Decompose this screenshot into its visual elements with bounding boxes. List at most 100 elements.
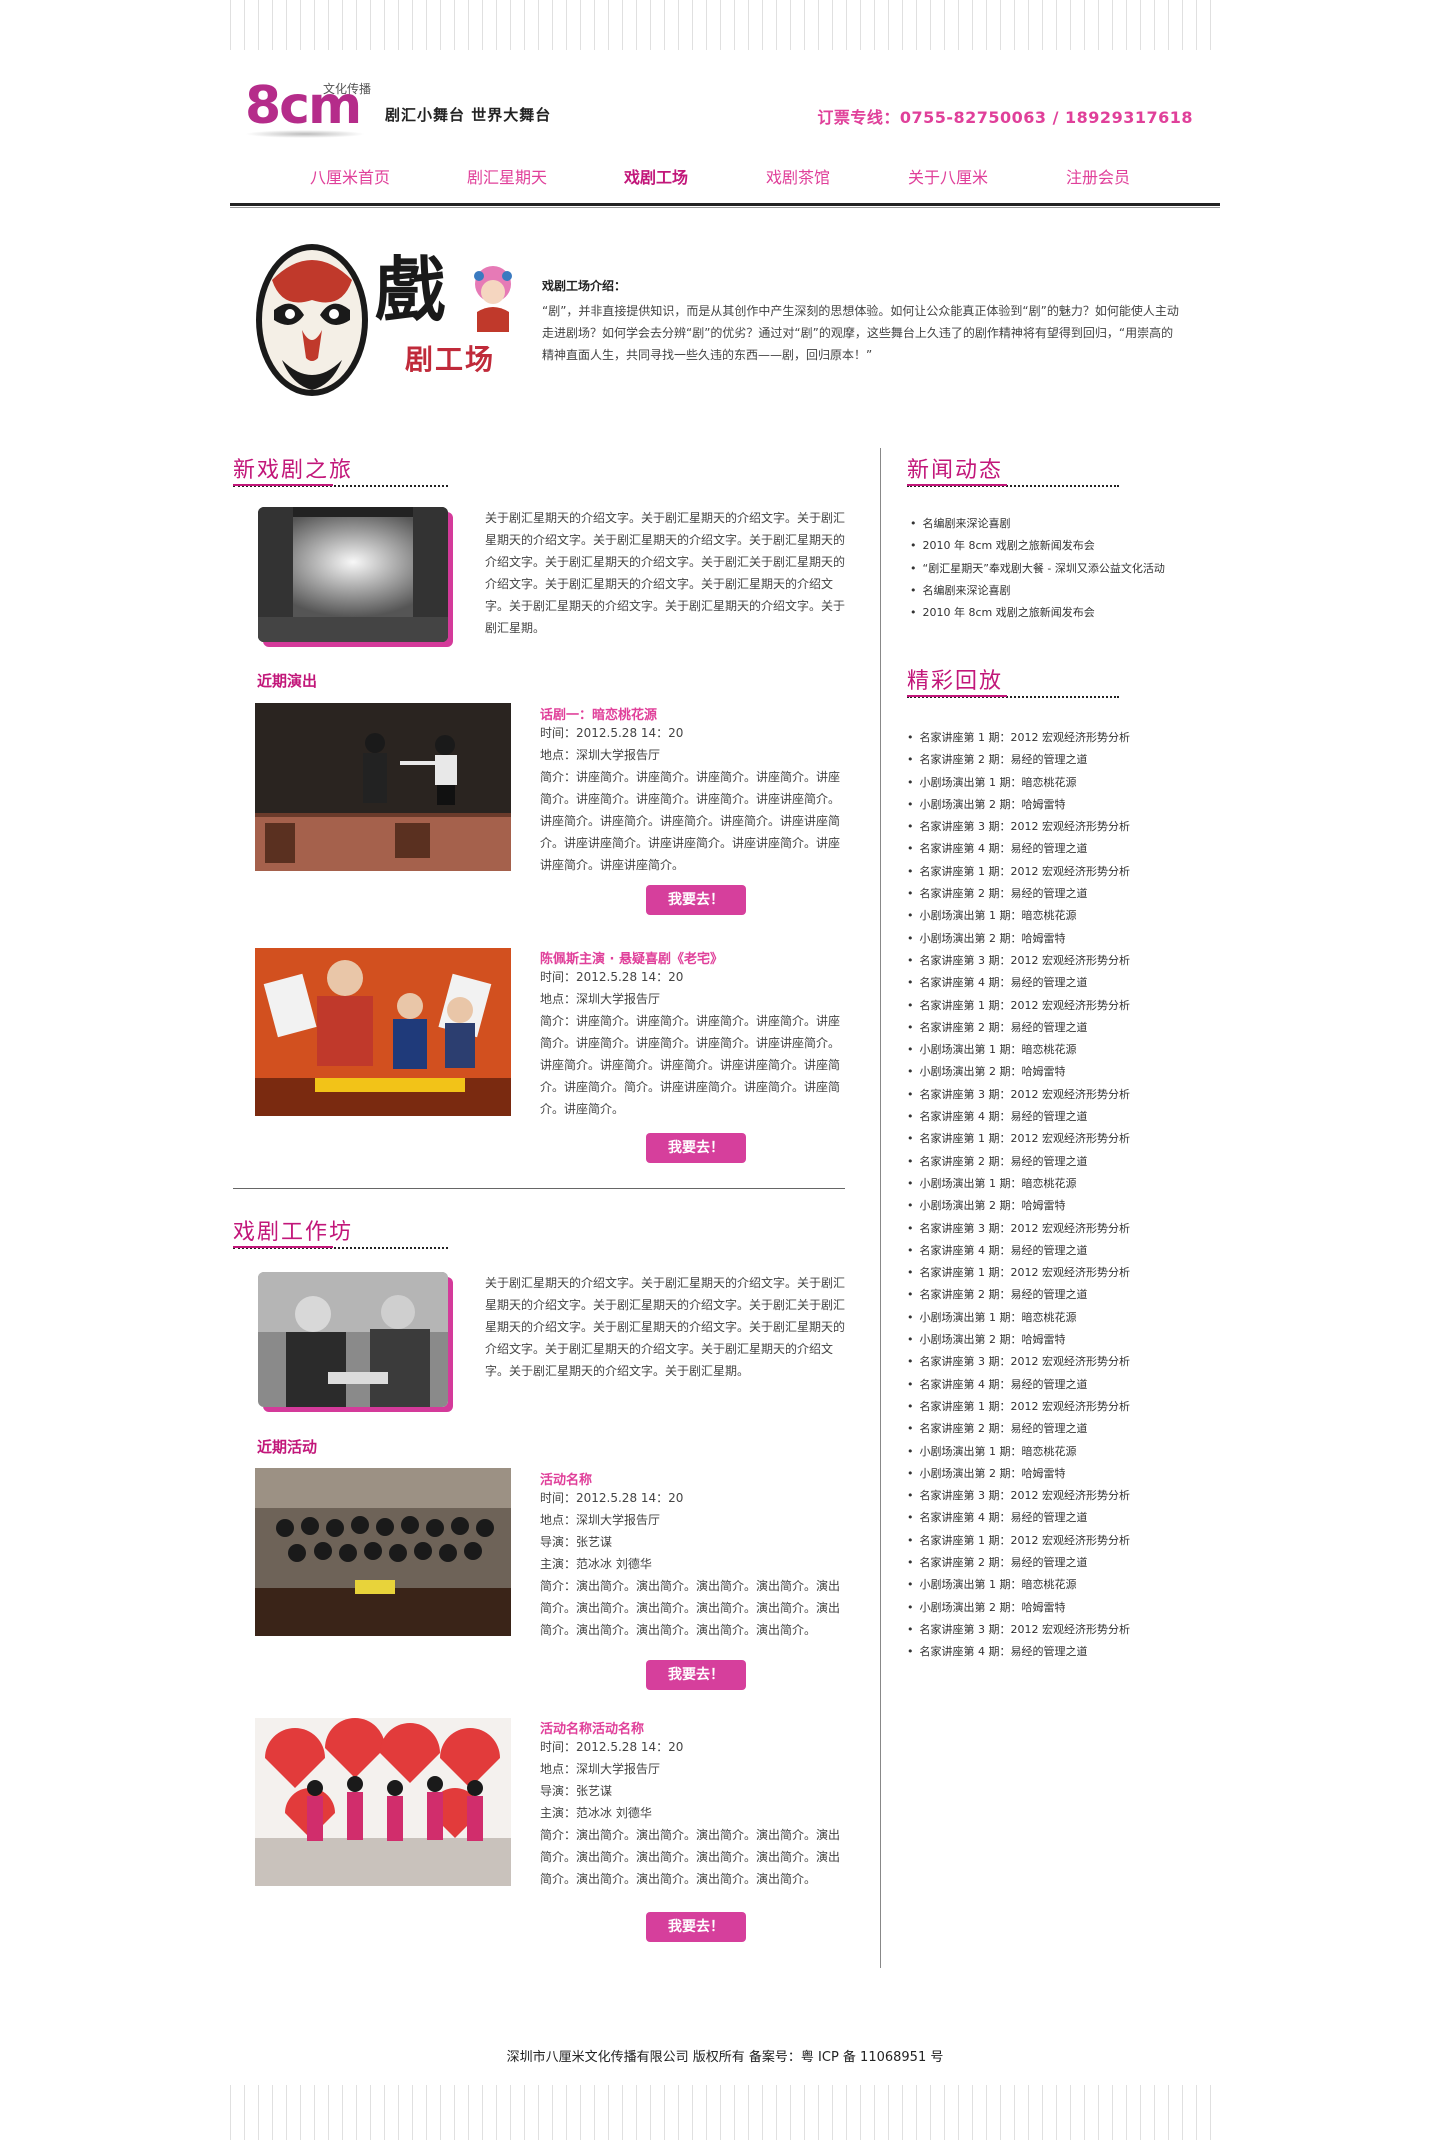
activity-title[interactable]: 活动名称活动名称 bbox=[540, 1718, 644, 1737]
event-image-show-1[interactable] bbox=[255, 703, 511, 871]
list-item[interactable]: 小剧场演出第 1 期：暗恋桃花源 bbox=[907, 905, 1130, 927]
group-photo bbox=[255, 1468, 511, 1636]
list-item[interactable]: 名家讲座第 4 期：易经的管理之道 bbox=[907, 1374, 1130, 1396]
list-item[interactable]: 小剧场演出第 2 期：哈姆雷特 bbox=[907, 794, 1130, 816]
list-item[interactable]: 小剧场演出第 1 期：暗恋桃花源 bbox=[907, 1039, 1130, 1061]
event-description: 简介：讲座简介。讲座简介。讲座简介。讲座简介。讲座简介。讲座简介。讲座简介。讲座… bbox=[540, 770, 841, 872]
list-item[interactable]: 名家讲座第 3 期：2012 宏观经济形势分析 bbox=[907, 1351, 1130, 1373]
site-slogan: 剧汇小舞台 世界大舞台 bbox=[385, 106, 552, 124]
list-item[interactable]: 小剧场演出第 1 期：暗恋桃花源 bbox=[907, 1441, 1130, 1463]
go-button[interactable]: 我要去！ bbox=[646, 1133, 746, 1163]
go-button[interactable]: 我要去！ bbox=[646, 1912, 746, 1942]
intro-text: “剧”，并非直接提供知识，而是从其创作中产生深刻的思想体验。如何让公众能真正体验… bbox=[542, 304, 1179, 362]
list-item[interactable]: 名家讲座第 2 期：易经的管理之道 bbox=[907, 1017, 1130, 1039]
list-item[interactable]: 名家讲座第 1 期：2012 宏观经济形势分析 bbox=[907, 1396, 1130, 1418]
list-item[interactable]: 小剧场演出第 1 期：暗恋桃花源 bbox=[907, 1173, 1130, 1195]
list-item[interactable]: 名家讲座第 2 期：易经的管理之道 bbox=[907, 883, 1130, 905]
list-item[interactable]: 名家讲座第 3 期：2012 宏观经济形势分析 bbox=[907, 950, 1130, 972]
activity-place: 地点：深圳大学报告厅 bbox=[540, 1762, 661, 1776]
activity-time: 时间：2012.5.28 14：20 bbox=[540, 1491, 684, 1505]
activity-cast: 主演：范冰冰 刘德华 bbox=[540, 1557, 652, 1571]
activity-time: 时间：2012.5.28 14：20 bbox=[540, 1740, 684, 1754]
nav-divider bbox=[230, 203, 1220, 206]
replay-title: 精彩回放 bbox=[907, 669, 1004, 694]
list-item[interactable]: 名家讲座第 1 期：2012 宏观经济形势分析 bbox=[907, 1262, 1130, 1284]
list-item[interactable]: 名家讲座第 3 期：2012 宏观经济形势分析 bbox=[907, 1485, 1130, 1507]
nav-item-teahouse[interactable]: 戏剧茶馆 bbox=[766, 163, 830, 193]
list-item[interactable]: 小剧场演出第 2 期：哈姆雷特 bbox=[907, 1329, 1130, 1351]
nav-item-register[interactable]: 注册会员 bbox=[1066, 163, 1130, 193]
go-button[interactable]: 我要去！ bbox=[646, 885, 746, 915]
replay-title-underline bbox=[907, 695, 1119, 698]
list-item[interactable]: 小剧场演出第 1 期：暗恋桃花源 bbox=[907, 1307, 1130, 1329]
list-item[interactable]: 名家讲座第 1 期：2012 宏观经济形势分析 bbox=[907, 1128, 1130, 1150]
list-item[interactable]: 名家讲座第 3 期：2012 宏观经济形势分析 bbox=[907, 1218, 1130, 1240]
workshop-image bbox=[258, 1272, 448, 1407]
nav-item-sunday[interactable]: 剧汇星期天 bbox=[467, 163, 547, 193]
list-item[interactable]: 名家讲座第 4 期：易经的管理之道 bbox=[907, 972, 1130, 994]
list-item[interactable]: 名编剧来深论喜剧 bbox=[910, 580, 1165, 602]
nav-divider-thin bbox=[230, 207, 1220, 208]
list-item[interactable]: 2010 年 8cm 戏剧之旅新闻发布会 bbox=[910, 535, 1165, 557]
list-item[interactable]: 2010 年 8cm 戏剧之旅新闻发布会 bbox=[910, 602, 1165, 624]
go-button[interactable]: 我要去！ bbox=[646, 1660, 746, 1690]
activity-image-1[interactable] bbox=[255, 1468, 511, 1636]
list-item[interactable]: 小剧场演出第 2 期：哈姆雷特 bbox=[907, 928, 1130, 950]
page-container: 8cm 文化传播 剧汇小舞台 世界大舞台 订票专线：0755-82750063 … bbox=[230, 0, 1220, 2142]
list-item[interactable]: 小剧场演出第 2 期：哈姆雷特 bbox=[907, 1195, 1130, 1217]
list-item[interactable]: 名家讲座第 4 期：易经的管理之道 bbox=[907, 1106, 1130, 1128]
nav-item-about[interactable]: 关于八厘米 bbox=[908, 163, 988, 193]
show-photo bbox=[255, 703, 511, 871]
nav-item-home[interactable]: 八厘米首页 bbox=[310, 163, 390, 193]
recent-activities-label: 近期活动 bbox=[257, 1438, 318, 1456]
list-item[interactable]: 名家讲座第 3 期：2012 宏观经济形势分析 bbox=[907, 1619, 1130, 1641]
column-divider bbox=[880, 448, 881, 1968]
recent-shows-label: 近期演出 bbox=[257, 672, 318, 690]
list-item[interactable]: 名家讲座第 1 期：2012 宏观经济形势分析 bbox=[907, 861, 1130, 883]
dance-photo bbox=[255, 1718, 511, 1886]
list-item[interactable]: 名编剧来深论喜剧 bbox=[910, 513, 1165, 535]
list-item[interactable]: 名家讲座第 2 期：易经的管理之道 bbox=[907, 1284, 1130, 1306]
site-logo[interactable]: 8cm 文化传播 bbox=[245, 68, 380, 138]
journey-intro-text: 关于剧汇星期天的介绍文字。关于剧汇星期天的介绍文字。关于剧汇星期天的介绍文字。关… bbox=[485, 511, 846, 635]
activity-title[interactable]: 活动名称 bbox=[540, 1469, 592, 1488]
list-item[interactable]: 名家讲座第 3 期：2012 宏观经济形势分析 bbox=[907, 816, 1130, 838]
list-item[interactable]: 小剧场演出第 2 期：哈姆雷特 bbox=[907, 1463, 1130, 1485]
opera-mask-icon bbox=[256, 244, 368, 396]
list-item[interactable]: 名家讲座第 3 期：2012 宏观经济形势分析 bbox=[907, 1084, 1130, 1106]
list-item[interactable]: 名家讲座第 1 期：2012 宏观经济形势分析 bbox=[907, 995, 1130, 1017]
activity-image-2[interactable] bbox=[255, 1718, 511, 1886]
list-item[interactable]: 名家讲座第 4 期：易经的管理之道 bbox=[907, 1240, 1130, 1262]
list-item[interactable]: 名家讲座第 2 期：易经的管理之道 bbox=[907, 1151, 1130, 1173]
list-item[interactable]: 名家讲座第 1 期：2012 宏观经济形势分析 bbox=[907, 1530, 1130, 1552]
workshop-title: 戏剧工作坊 bbox=[233, 1220, 354, 1245]
list-item[interactable]: 名家讲座第 2 期：易经的管理之道 bbox=[907, 1552, 1130, 1574]
list-item[interactable]: 名家讲座第 4 期：易经的管理之道 bbox=[907, 1507, 1130, 1529]
journey-title: 新戏剧之旅 bbox=[233, 458, 354, 483]
news-list: 名编剧来深论喜剧2010 年 8cm 戏剧之旅新闻发布会“剧汇星期天”奉戏剧大餐… bbox=[910, 513, 1165, 624]
event-title[interactable]: 话剧一：暗恋桃花源 bbox=[540, 704, 657, 723]
activity-director: 导演：张艺谋 bbox=[540, 1784, 613, 1798]
list-item[interactable]: 小剧场演出第 2 期：哈姆雷特 bbox=[907, 1597, 1130, 1619]
list-item[interactable]: 名家讲座第 1 期：2012 宏观经济形势分析 bbox=[907, 727, 1130, 749]
list-item[interactable]: 名家讲座第 4 期：易经的管理之道 bbox=[907, 1641, 1130, 1663]
list-item[interactable]: 小剧场演出第 2 期：哈姆雷特 bbox=[907, 1061, 1130, 1083]
list-item[interactable]: 名家讲座第 2 期：易经的管理之道 bbox=[907, 1418, 1130, 1440]
list-item[interactable]: “剧汇星期天”奉戏剧大餐 - 深圳又添公益文化活动 bbox=[910, 558, 1165, 580]
poster-photo bbox=[255, 948, 511, 1116]
opera-figure-icon bbox=[474, 266, 512, 332]
list-item[interactable]: 名家讲座第 4 期：易经的管理之道 bbox=[907, 838, 1130, 860]
news-title-underline bbox=[907, 484, 1119, 487]
event-title[interactable]: 陈佩斯主演 · 悬疑喜剧《老宅》 bbox=[540, 948, 723, 967]
main-nav: 八厘米首页 剧汇星期天 戏剧工场 戏剧茶馆 关于八厘米 注册会员 bbox=[230, 163, 1220, 193]
stage-thumbnail[interactable] bbox=[258, 507, 448, 642]
workshop-thumbnail[interactable] bbox=[258, 1272, 448, 1407]
list-item[interactable]: 小剧场演出第 1 期：暗恋桃花源 bbox=[907, 772, 1130, 794]
list-item[interactable]: 小剧场演出第 1 期：暗恋桃花源 bbox=[907, 1574, 1130, 1596]
nav-item-workshop[interactable]: 戏剧工场 bbox=[624, 163, 688, 193]
footer-copyright: 深圳市八厘米文化传播有限公司 版权所有 备案号：粤 ICP 备 11068951… bbox=[506, 2050, 944, 2065]
list-item[interactable]: 名家讲座第 2 期：易经的管理之道 bbox=[907, 749, 1130, 771]
stage-image bbox=[258, 507, 448, 642]
event-image-show-2[interactable] bbox=[255, 948, 511, 1116]
event-place: 地点：深圳大学报告厅 bbox=[540, 992, 661, 1006]
